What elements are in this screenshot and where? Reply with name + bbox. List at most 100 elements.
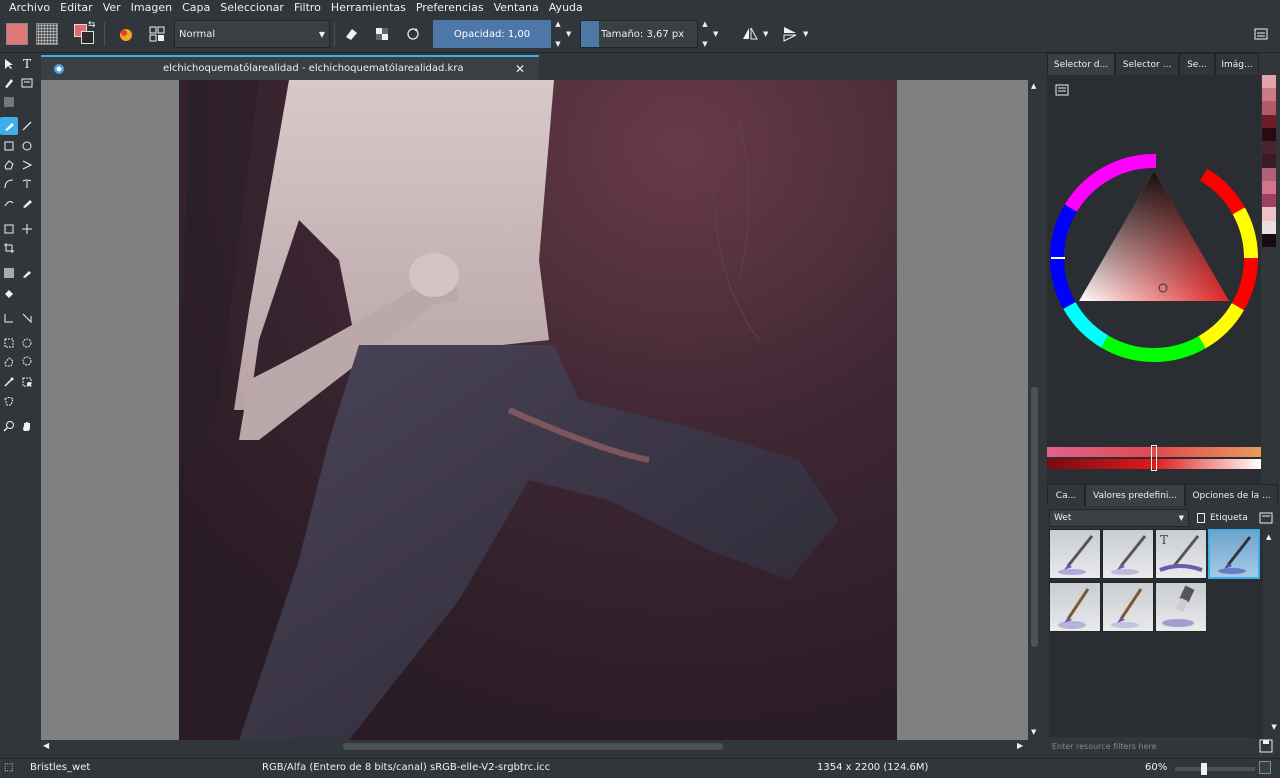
preset-thumbnail[interactable]: [1049, 582, 1101, 632]
color-selector-panel[interactable]: [1047, 75, 1261, 485]
menu-archivo[interactable]: Archivo: [4, 0, 55, 16]
mirror-vertical-dropdown-icon[interactable]: ▼: [803, 20, 808, 48]
tag-button[interactable]: Etiqueta: [1197, 509, 1257, 527]
scroll-right-icon[interactable]: ▶: [1017, 741, 1023, 750]
preset-thumbnail[interactable]: [1102, 529, 1154, 579]
horizontal-scrollbar[interactable]: ◀ ▶: [41, 740, 1028, 753]
pattern-button[interactable]: [33, 20, 61, 48]
horizontal-scroll-thumb[interactable]: [343, 743, 723, 750]
tab-advanced-color-selector[interactable]: Selector d...: [1047, 53, 1115, 75]
move-tool[interactable]: [18, 220, 36, 238]
scroll-down-icon[interactable]: ▼: [1271, 723, 1276, 731]
menu-capa[interactable]: Capa: [177, 0, 215, 16]
color-picker-tool[interactable]: [18, 264, 36, 282]
bezier-select-tool[interactable]: [0, 392, 18, 410]
scroll-down-icon[interactable]: ▼: [1031, 728, 1036, 736]
history-swatch[interactable]: [1262, 194, 1276, 208]
preset-view-menu-icon[interactable]: [1259, 511, 1273, 525]
zoom-slider[interactable]: [1175, 763, 1255, 775]
artwork-canvas[interactable]: [179, 80, 897, 740]
history-swatch[interactable]: [1262, 75, 1276, 89]
menu-ver[interactable]: Ver: [98, 0, 126, 16]
crop-tool[interactable]: [0, 239, 18, 257]
brush-preset-button[interactable]: [112, 20, 140, 48]
similar-select-tool[interactable]: [18, 373, 36, 391]
zoom-tool[interactable]: [0, 417, 18, 435]
select-shapes-tool[interactable]: [0, 55, 18, 73]
calligraphy-tool[interactable]: [18, 74, 36, 92]
ellipse-tool[interactable]: [18, 137, 36, 155]
polyline-tool[interactable]: [18, 156, 36, 174]
background-color-swatch[interactable]: [81, 31, 94, 44]
gradient-tool[interactable]: [0, 264, 18, 282]
gradient-preset-button[interactable]: [3, 20, 31, 48]
opacity-slider[interactable]: Opacidad: 1,00: [433, 20, 551, 48]
bezier-tool[interactable]: [0, 175, 18, 193]
line-tool[interactable]: [18, 117, 36, 135]
history-swatch[interactable]: [1262, 233, 1276, 248]
measure-tool[interactable]: [0, 309, 18, 327]
text-tool[interactable]: T: [18, 55, 36, 73]
preset-thumbnail[interactable]: [1102, 582, 1154, 632]
fill-pattern-tool[interactable]: [0, 93, 18, 111]
rect-select-tool[interactable]: [0, 334, 18, 352]
transform-tool[interactable]: [0, 220, 18, 238]
workspace-button[interactable]: [143, 20, 171, 48]
menu-herramientas[interactable]: Herramientas: [326, 0, 411, 16]
edit-shapes-tool[interactable]: [0, 74, 18, 92]
menu-filtro[interactable]: Filtro: [289, 0, 326, 16]
vertical-scroll-thumb[interactable]: [1031, 387, 1038, 647]
vertical-scrollbar[interactable]: ▲ ▼: [1028, 80, 1041, 740]
canvas-area[interactable]: [41, 80, 1028, 740]
tab-image[interactable]: Imág...: [1215, 53, 1259, 75]
reload-preset-button[interactable]: [399, 20, 427, 48]
history-swatch[interactable]: [1262, 220, 1276, 234]
color-wheel[interactable]: [1047, 151, 1261, 367]
ellipse-select-tool[interactable]: [18, 334, 36, 352]
history-swatch[interactable]: [1262, 167, 1276, 181]
mirror-horizontal-dropdown-icon[interactable]: ▼: [763, 20, 768, 48]
history-swatch[interactable]: [1262, 141, 1276, 155]
history-swatch[interactable]: [1262, 154, 1276, 168]
polygon-select-tool[interactable]: [0, 353, 18, 371]
history-swatch[interactable]: [1262, 207, 1276, 221]
history-swatch[interactable]: [1262, 101, 1276, 115]
tab-ca[interactable]: Ca...: [1047, 484, 1085, 506]
fill-tool[interactable]: [0, 285, 18, 303]
scroll-up-icon[interactable]: ▲: [1031, 82, 1036, 90]
menu-ventana[interactable]: Ventana: [489, 0, 544, 16]
pan-tool[interactable]: [18, 417, 36, 435]
mirror-vertical-button[interactable]: [776, 20, 804, 48]
tab-brush-presets[interactable]: Valores predefini...: [1085, 484, 1185, 506]
size-slider[interactable]: Tamaño: 3,67 px: [580, 20, 698, 48]
dynamic-brush-tool[interactable]: [0, 194, 18, 212]
mirror-horizontal-button[interactable]: [736, 20, 764, 48]
contiguous-select-tool[interactable]: [0, 373, 18, 391]
preset-scrollbar[interactable]: ▲ ▼: [1266, 529, 1277, 739]
preset-thumbnail-selected[interactable]: [1208, 529, 1260, 579]
history-swatch[interactable]: [1262, 127, 1276, 142]
preset-thumbnail[interactable]: [1049, 529, 1101, 579]
slider-handle[interactable]: [1151, 445, 1157, 471]
history-swatch[interactable]: [1262, 88, 1276, 102]
tab-tool-options[interactable]: Opciones de la ...: [1185, 484, 1278, 506]
history-swatch[interactable]: [1262, 180, 1276, 195]
menu-preferencias[interactable]: Preferencias: [411, 0, 489, 16]
scroll-up-icon[interactable]: ▲: [1266, 533, 1271, 541]
preserve-alpha-button[interactable]: [368, 20, 396, 48]
resource-filter-input[interactable]: Enter resource filters here: [1049, 737, 1254, 755]
rectangle-tool[interactable]: [0, 137, 18, 155]
menu-editar[interactable]: Editar: [55, 0, 98, 16]
menu-imagen[interactable]: Imagen: [126, 0, 177, 16]
zoom-slider-knob[interactable]: [1201, 763, 1207, 775]
size-spinner[interactable]: ▲ ▼: [699, 20, 711, 48]
opacity-menu-icon[interactable]: ▼: [566, 20, 571, 48]
scroll-left-icon[interactable]: ◀: [43, 741, 49, 750]
assistant-tool[interactable]: [18, 309, 36, 327]
size-menu-icon[interactable]: ▼: [713, 20, 718, 48]
freehand-path-tool[interactable]: [18, 175, 36, 193]
color-swatches[interactable]: ⇆: [72, 20, 100, 48]
swap-colors-icon[interactable]: ⇆: [88, 20, 96, 30]
document-tab[interactable]: elchichoquematólarealidad - elchichoquem…: [41, 55, 539, 80]
tab-se[interactable]: Se...: [1179, 53, 1215, 75]
